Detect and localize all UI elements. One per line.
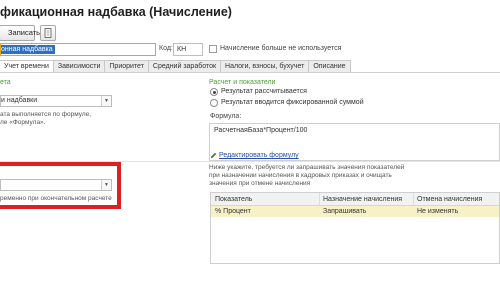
hint-line1: Ниже укажите, требуется ли запрашивать з… xyxy=(209,164,405,171)
pencil-icon xyxy=(210,152,217,161)
table-header: Показатель Назначение начисления Отмена … xyxy=(211,193,499,206)
radio-fixed-label: Результат вводится фиксированной суммой xyxy=(221,99,364,106)
left-description-line2: ле «Формула». xyxy=(0,119,46,126)
section-divider xyxy=(0,161,500,162)
purpose-select[interactable]: и надбавки ▼ xyxy=(0,95,112,107)
indicators-table: Показатель Назначение начисления Отмена … xyxy=(210,192,500,264)
hint-line3: значения при отмене начисления xyxy=(209,180,311,187)
left-description-line1: ата выполняется по формуле, xyxy=(0,111,92,118)
cell-indicator: % Процент xyxy=(215,208,251,215)
formula-value: РасчетнаяБаза*Процент/100 xyxy=(214,127,308,134)
cell-cancel: Не изменять xyxy=(417,208,459,215)
not-used-label: Начисление больше не используется xyxy=(220,45,342,52)
column-header-indicator[interactable]: Показатель xyxy=(215,193,252,206)
cell-assignment: Запрашивать xyxy=(323,208,367,215)
document-icon xyxy=(44,28,52,38)
window-title: фикационная надбавка (Начисление) xyxy=(0,5,232,19)
edit-formula-link[interactable]: Редактировать формулу xyxy=(219,152,299,159)
table-row[interactable]: % Процент Запрашивать Не изменять xyxy=(211,206,499,217)
formula-label: Формула: xyxy=(210,113,242,120)
name-input-value: онная надбавка xyxy=(1,45,55,54)
column-header-assignment[interactable]: Назначение начисления xyxy=(323,193,402,206)
column-header-cancel[interactable]: Отмена начисления xyxy=(417,193,482,206)
code-label: Код: xyxy=(159,45,173,52)
radio-fixed[interactable] xyxy=(210,99,218,107)
tab-divider xyxy=(0,72,500,73)
name-input[interactable]: онная надбавка xyxy=(0,43,156,56)
radio-calculated-label: Результат рассчитывается xyxy=(221,88,307,95)
highlight-frame xyxy=(0,162,121,209)
document-icon-button[interactable] xyxy=(40,25,56,41)
save-button[interactable]: Записать xyxy=(0,25,40,41)
calc-section-title: Расчет и показатели xyxy=(209,79,276,86)
purpose-select-value: и надбавки xyxy=(1,97,38,104)
hint-line2: при назначении начисления в кадровых при… xyxy=(209,172,392,179)
chevron-down-icon[interactable]: ▼ xyxy=(101,96,111,106)
not-used-checkbox[interactable] xyxy=(209,45,217,53)
left-section-title: ета xyxy=(0,79,11,86)
code-input[interactable]: КН xyxy=(173,43,203,56)
radio-calculated[interactable] xyxy=(210,88,218,96)
